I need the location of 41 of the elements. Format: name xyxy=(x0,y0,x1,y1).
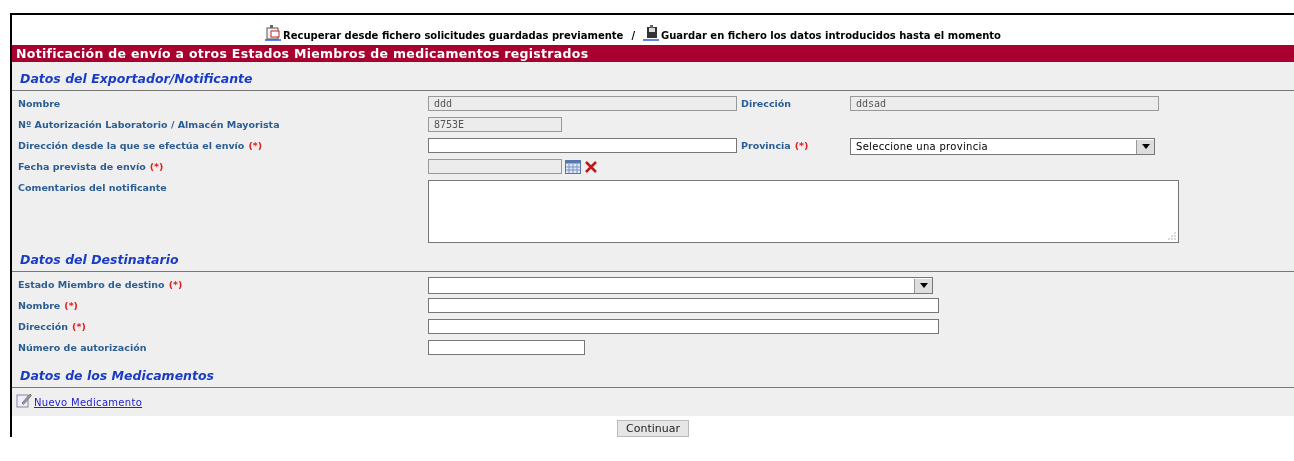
comments-field[interactable] xyxy=(428,180,1179,243)
field-label: Nombre xyxy=(18,300,61,311)
resize-grip-icon xyxy=(1168,232,1176,240)
dropdown[interactable]: Seleccione una provincia xyxy=(850,138,1155,155)
caret-icon xyxy=(919,283,928,288)
field-label: Número de autorización xyxy=(18,342,147,353)
section-heading: Datos de los Medicamentos xyxy=(19,367,215,385)
text-field[interactable] xyxy=(428,298,939,313)
required-mark: (*) xyxy=(64,300,78,311)
required-mark: (*) xyxy=(248,140,263,151)
edit-icon xyxy=(16,392,32,408)
required-mark: (*) xyxy=(72,321,86,332)
required-mark: (*) xyxy=(149,161,164,172)
new-medicine-link[interactable]: Nuevo Medicamento xyxy=(34,397,143,408)
field-label: Comentarios del notificante xyxy=(18,182,167,193)
field-label: Dirección xyxy=(741,98,792,109)
text-field[interactable] xyxy=(428,340,585,355)
field-label: Nombre xyxy=(18,98,61,109)
text-field[interactable] xyxy=(428,319,939,334)
form-title: Notificación de envío a otros Estados Miembros de medicamentos registrados xyxy=(12,45,1294,62)
document-icon xyxy=(265,25,283,41)
caret-icon xyxy=(1141,144,1150,149)
continue-button[interactable]: Continuar xyxy=(617,420,689,437)
calendar-icon[interactable] xyxy=(565,159,581,174)
text-field[interactable] xyxy=(428,138,737,153)
required-mark: (*) xyxy=(168,279,183,290)
field-label: Provincia xyxy=(741,140,791,151)
floppy-icon xyxy=(643,25,662,41)
section-heading: Datos del Exportador/Notificante xyxy=(19,70,254,88)
field-label: Dirección desde la que se efectúa el envío xyxy=(18,140,245,151)
required-mark: (*) xyxy=(794,140,809,151)
field-label: Nº Autorización Laboratorio / Almacén Mayorista xyxy=(18,119,280,130)
field-label: Fecha prevista de envío xyxy=(18,161,146,172)
section-heading: Datos del Destinatario xyxy=(19,251,180,269)
clear-icon[interactable] xyxy=(584,159,598,174)
dropdown[interactable] xyxy=(428,277,933,294)
file-link[interactable]: Guardar en fichero los datos introducidos hasta el momento xyxy=(643,25,1001,43)
link-separator: / xyxy=(631,30,636,43)
field-label: Dirección xyxy=(18,321,69,332)
field-label: Estado Miembro de destino xyxy=(18,279,165,290)
file-link[interactable]: Recuperar desde fichero solicitudes guardadas previamente xyxy=(265,25,624,43)
